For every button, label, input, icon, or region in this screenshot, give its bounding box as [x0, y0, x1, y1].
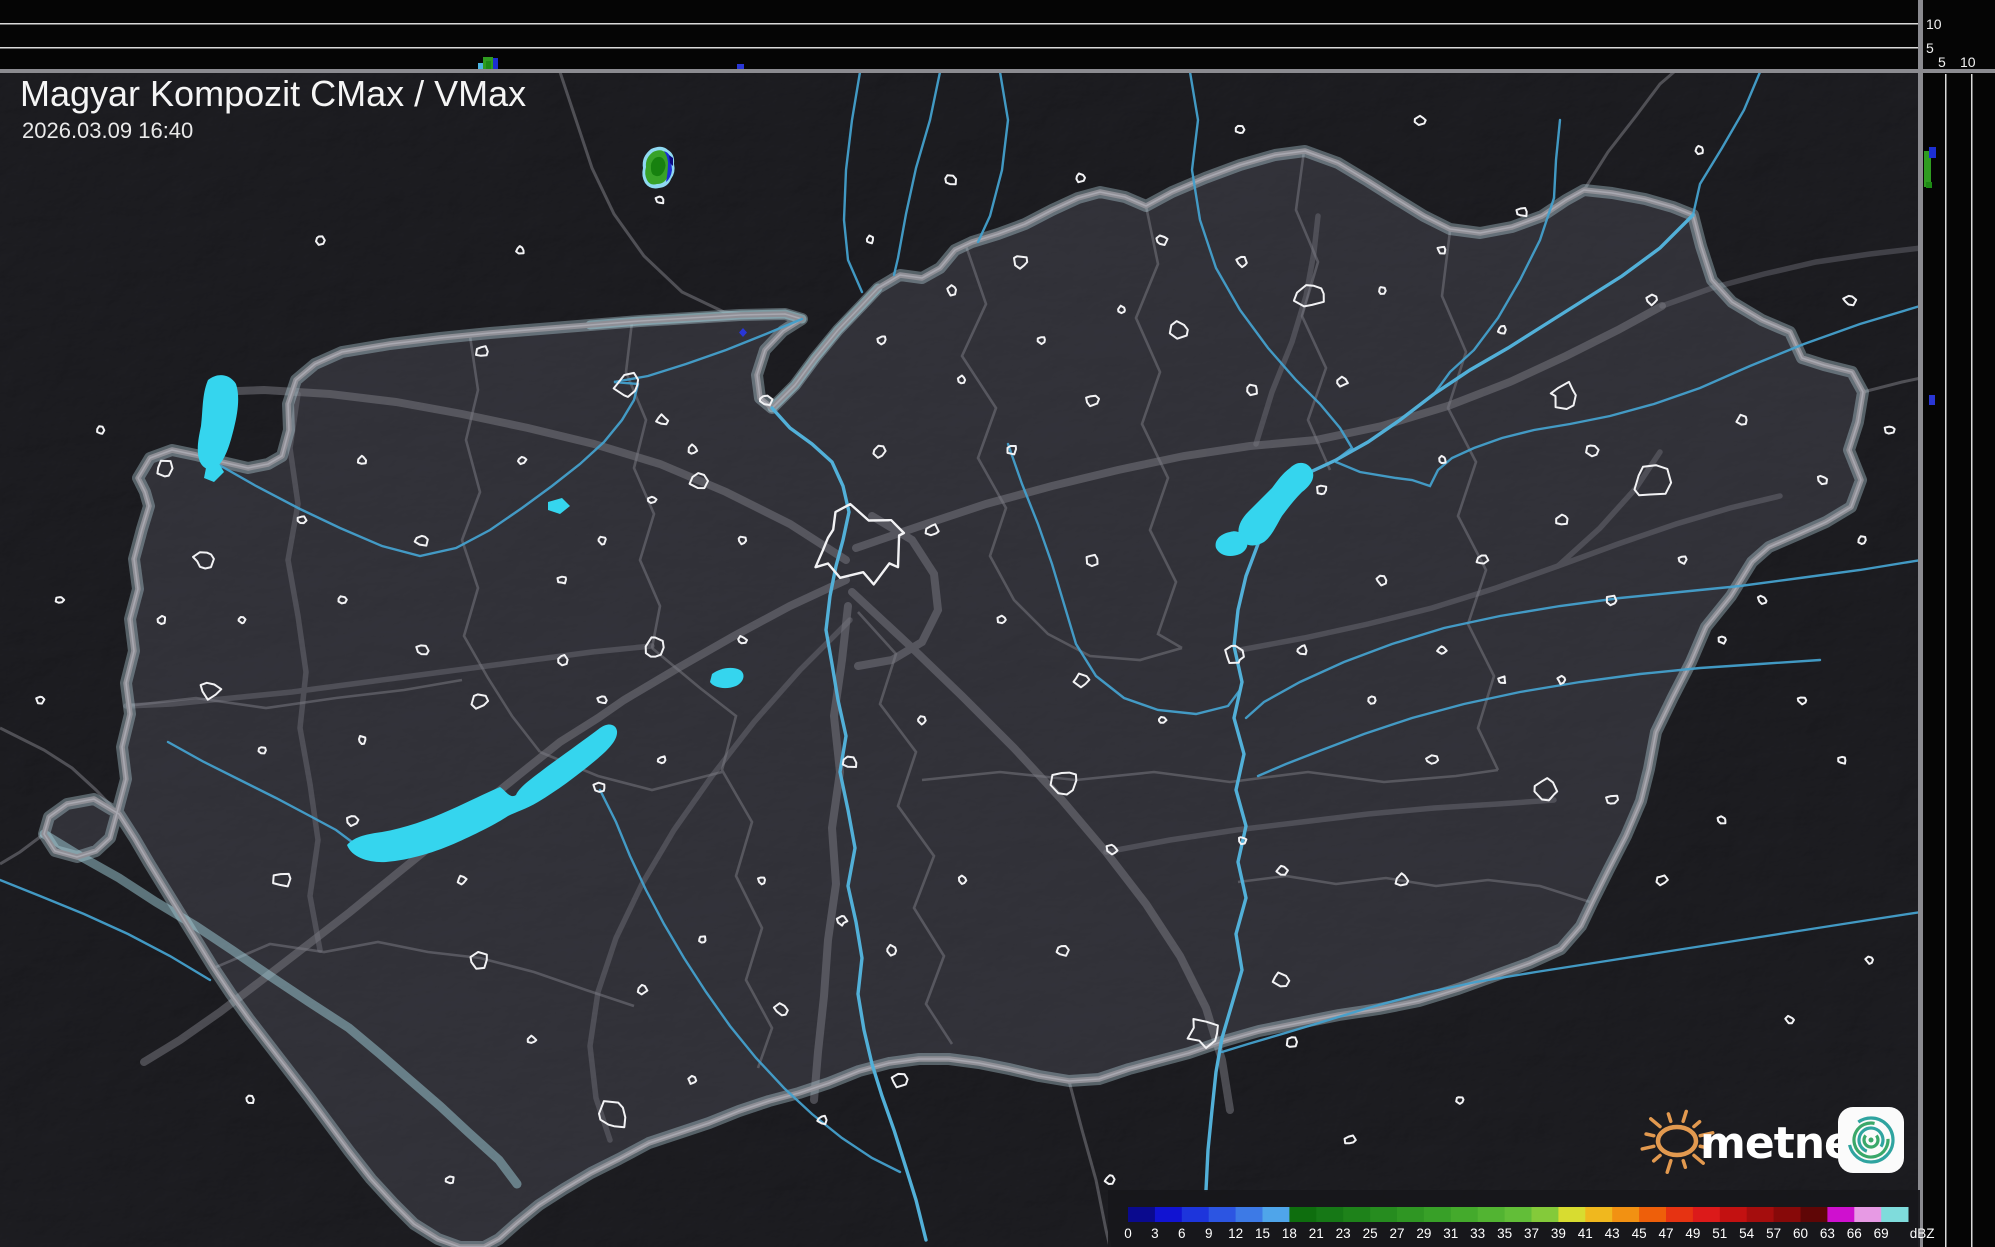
colorbar-segment — [1531, 1207, 1559, 1222]
radar-composite-scene: 1055 10 Magyar Kompozit CMax / VMax 2026.… — [0, 0, 1995, 1247]
top-strip-gridline — [0, 23, 1921, 25]
colorbar-segment — [1504, 1207, 1532, 1222]
spiral-app-icon — [1838, 1107, 1904, 1173]
colorbar-label: 43 — [1605, 1226, 1620, 1241]
spiral-center-dot — [1868, 1137, 1874, 1143]
colorbar-label: 25 — [1363, 1226, 1378, 1241]
colorbar-label: dBZ — [1910, 1226, 1935, 1241]
colorbar-label: 45 — [1632, 1226, 1647, 1241]
colorbar-segment — [1343, 1207, 1371, 1222]
colorbar-label: 57 — [1766, 1226, 1781, 1241]
colorbar-segment — [1666, 1207, 1694, 1222]
colorbar-segment — [1746, 1207, 1774, 1222]
top-profile-echo — [478, 63, 483, 70]
colorbar-segment — [1639, 1207, 1667, 1222]
colorbar-label: 41 — [1578, 1226, 1593, 1241]
dbz-colorbar: 0 3 6 9 12 15 18 21 23 25 27 29 31 33 35 37 39 41 43 45 47 49… — [1108, 1190, 1934, 1247]
colorbar-label: 21 — [1309, 1226, 1324, 1241]
colorbar-segment — [1854, 1207, 1882, 1222]
colorbar-segment — [1370, 1207, 1398, 1222]
top-strip-gridline — [0, 47, 1921, 49]
colorbar-segment — [1128, 1207, 1156, 1222]
colorbar-label: 69 — [1874, 1226, 1889, 1241]
colorbar-label: 23 — [1336, 1226, 1351, 1241]
colorbar-segment — [1881, 1207, 1909, 1222]
colorbar-segment — [1397, 1207, 1425, 1222]
colorbar-label: 35 — [1497, 1226, 1512, 1241]
colorbar-segment — [1692, 1207, 1721, 1222]
vertical-separator-line — [1918, 0, 1923, 1247]
colorbar-label: 37 — [1524, 1226, 1539, 1241]
axis-scale-label: 5 — [1938, 54, 1946, 70]
colorbar-segment — [1316, 1207, 1344, 1222]
colorbar-segment — [1477, 1207, 1505, 1222]
colorbar-segment — [1827, 1207, 1855, 1222]
radar-map — [0, 71, 1921, 1247]
sun-ray — [1681, 1158, 1688, 1170]
colorbar-segment — [1800, 1207, 1828, 1222]
radar-app-window: 10 5 5 10 Magyar Kompozit CMax / VMax 2026.… — [0, 0, 1995, 1247]
colorbar-segment — [1235, 1207, 1263, 1222]
colorbar-segment — [1558, 1207, 1586, 1222]
right-strip-gridline — [1945, 74, 1947, 1247]
colorbar-label: 29 — [1416, 1226, 1431, 1241]
sun-ray — [1644, 1132, 1656, 1138]
colorbar-segment — [1208, 1207, 1236, 1222]
colorbar-label: 66 — [1847, 1226, 1862, 1241]
axis-scale-label: 5 — [1926, 40, 1934, 56]
colorbar-label: 18 — [1282, 1226, 1297, 1241]
colorbar-label: 6 — [1178, 1226, 1186, 1241]
right-profile-echo — [1929, 147, 1936, 158]
colorbar-label: 63 — [1820, 1226, 1835, 1241]
right-profile-strip — [1921, 0, 1995, 1247]
top-profile-echo — [486, 61, 491, 70]
colorbar-segment — [1423, 1207, 1452, 1222]
right-strip-background — [1921, 0, 1995, 1247]
colorbar-label: 54 — [1739, 1226, 1755, 1241]
colorbar-label: 12 — [1228, 1226, 1243, 1241]
colorbar-segment — [1289, 1207, 1317, 1222]
colorbar-segment — [1262, 1207, 1290, 1222]
axis-scale-label: 10 — [1960, 54, 1976, 70]
colorbar-label: 39 — [1551, 1226, 1566, 1241]
colorbar-segment — [1773, 1207, 1801, 1222]
colorbar-label: 0 — [1124, 1226, 1132, 1241]
top-profile-strip — [0, 0, 1921, 71]
colorbar-segment — [1154, 1207, 1183, 1222]
colorbar-label: 27 — [1389, 1226, 1404, 1241]
colorbar-label: 49 — [1685, 1226, 1700, 1241]
colorbar-segment — [1719, 1207, 1748, 1222]
colorbar-label: 3 — [1151, 1226, 1159, 1241]
right-profile-echo — [1926, 182, 1932, 188]
colorbar-label: 15 — [1255, 1226, 1270, 1241]
colorbar-segment — [1612, 1207, 1640, 1222]
colorbar-label: 9 — [1205, 1226, 1213, 1241]
colorbar-label: 60 — [1793, 1226, 1808, 1241]
colorbar-segment — [1181, 1207, 1210, 1222]
sun-ray — [1666, 1112, 1673, 1124]
top-profile-echo — [493, 58, 498, 70]
axis-scale-label: 10 — [1926, 16, 1942, 32]
colorbar-segment — [1585, 1207, 1613, 1222]
right-profile-echo — [1929, 395, 1935, 405]
page-title: Magyar Kompozit CMax / VMax — [20, 73, 526, 114]
right-strip-gridline — [1971, 74, 1973, 1247]
top-strip-background — [0, 0, 1921, 71]
colorbar-label: 47 — [1658, 1226, 1673, 1241]
timestamp: 2026.03.09 16:40 — [22, 118, 193, 143]
colorbar-label: 33 — [1470, 1226, 1485, 1241]
colorbar-segment — [1450, 1207, 1479, 1222]
colorbar-label: 51 — [1712, 1226, 1727, 1241]
colorbar-label: 31 — [1443, 1226, 1458, 1241]
